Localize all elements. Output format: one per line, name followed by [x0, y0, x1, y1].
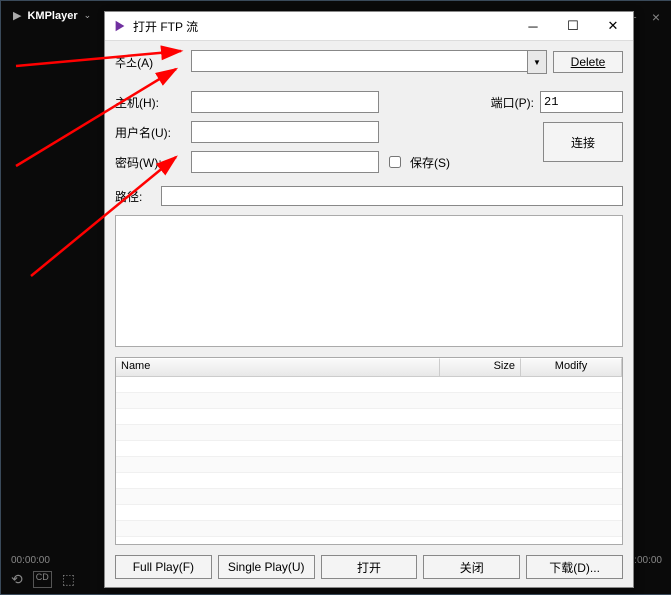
download-button[interactable]: 下载(D)...	[526, 555, 623, 579]
app-name: KMPlayer	[27, 10, 77, 22]
maximize-button[interactable]: ☐	[553, 12, 593, 40]
connect-button[interactable]: 连接	[543, 122, 623, 162]
user-label: 用户名(U):	[115, 124, 185, 141]
rewind-icon[interactable]: ⟲	[11, 571, 23, 588]
list-item[interactable]	[116, 457, 622, 473]
cube-icon[interactable]: ⬚	[62, 571, 75, 588]
list-item[interactable]	[116, 393, 622, 409]
save-checkbox[interactable]	[389, 156, 401, 168]
port-input[interactable]	[540, 91, 623, 113]
close-button[interactable]: ✕	[593, 12, 633, 40]
path-display	[161, 186, 623, 206]
column-name[interactable]: Name	[116, 358, 440, 376]
user-input[interactable]	[191, 121, 379, 143]
close-dialog-button[interactable]: 关闭	[423, 555, 520, 579]
address-label: 주소(A)	[115, 54, 185, 71]
open-button[interactable]: 打开	[321, 555, 418, 579]
content-area	[115, 215, 623, 347]
list-item[interactable]	[116, 425, 622, 441]
minimize-button[interactable]: ─	[513, 12, 553, 40]
host-label: 主机(H):	[115, 94, 185, 111]
list-item[interactable]	[116, 521, 622, 537]
list-body[interactable]	[116, 377, 622, 544]
port-label: 端口(P):	[491, 94, 534, 111]
column-modify[interactable]: Modify	[521, 358, 622, 376]
close-icon[interactable]: ×	[652, 9, 660, 25]
host-input[interactable]	[191, 91, 379, 113]
address-combo[interactable]: ▼	[191, 50, 547, 74]
play-icon: ▶	[13, 9, 21, 22]
dialog-titlebar[interactable]: 打开 FTP 流 ─ ☐ ✕	[105, 12, 633, 41]
list-item[interactable]	[116, 377, 622, 393]
full-play-button[interactable]: Full Play(F)	[115, 555, 212, 579]
list-item[interactable]	[116, 505, 622, 521]
address-input[interactable]	[191, 50, 527, 72]
dialog-title: 打开 FTP 流	[133, 18, 513, 35]
chevron-down-icon[interactable]: ⌄	[84, 10, 92, 21]
button-bar: Full Play(F) Single Play(U) 打开 关闭 下载(D).…	[115, 549, 623, 579]
list-header: Name Size Modify	[116, 358, 622, 377]
list-item[interactable]	[116, 489, 622, 505]
delete-button[interactable]: Delete	[553, 51, 623, 73]
dropdown-icon[interactable]: ▼	[527, 50, 547, 74]
column-size[interactable]: Size	[440, 358, 521, 376]
list-item[interactable]	[116, 441, 622, 457]
password-input[interactable]	[191, 151, 379, 173]
list-item[interactable]	[116, 409, 622, 425]
single-play-button[interactable]: Single Play(U)	[218, 555, 315, 579]
password-label: 密码(W):	[115, 154, 185, 171]
cc-icon[interactable]: CD	[33, 571, 52, 588]
app-icon	[113, 19, 127, 33]
kmplayer-titlebar: ▶ KMPlayer ⌄	[13, 9, 91, 22]
ftp-dialog: 打开 FTP 流 ─ ☐ ✕ 주소(A) ▼ Delete 主机(H): 端口(…	[104, 11, 634, 588]
list-item[interactable]	[116, 473, 622, 489]
file-list[interactable]: Name Size Modify	[115, 357, 623, 545]
path-label: 路径:	[115, 188, 155, 205]
time-elapsed: 00:00:00	[11, 555, 50, 566]
save-label: 保存(S)	[410, 154, 450, 171]
